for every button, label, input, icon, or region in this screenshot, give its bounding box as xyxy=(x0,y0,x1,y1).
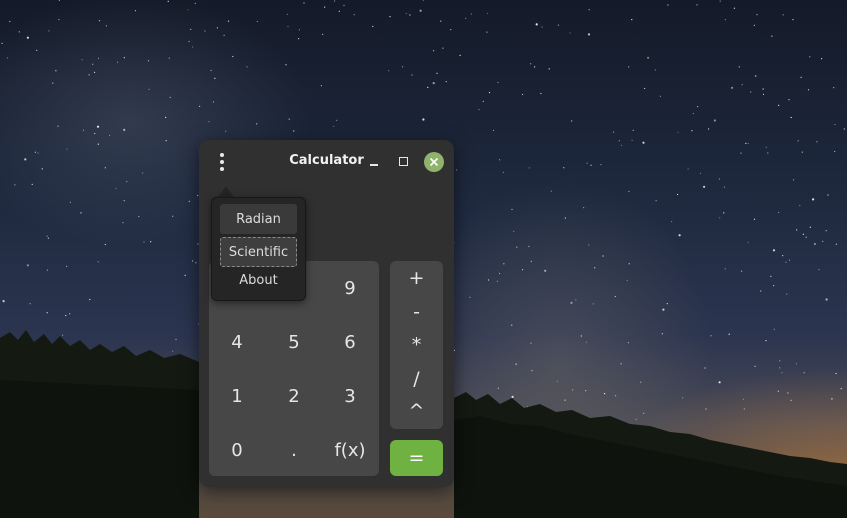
menu-item-about[interactable]: About xyxy=(220,265,297,295)
menu-item-scientific[interactable]: Scientific xyxy=(220,237,297,267)
maximize-icon xyxy=(399,157,408,166)
maximize-button[interactable] xyxy=(394,152,414,172)
minimize-icon xyxy=(370,164,378,166)
key-6[interactable]: 6 xyxy=(322,315,378,369)
titlebar: Calculator xyxy=(199,140,454,184)
key-9[interactable]: 9 xyxy=(322,261,378,315)
key-2[interactable]: 2 xyxy=(266,369,322,423)
minimize-button[interactable] xyxy=(364,152,384,172)
equals-button[interactable]: = xyxy=(390,440,443,476)
calculator-window: Calculator 9 4 5 6 1 2 3 0 . f(x) + - * … xyxy=(199,140,454,487)
window-title: Calculator xyxy=(289,153,364,168)
popover-arrow xyxy=(218,186,234,197)
operator-keypad: + - * / ^ xyxy=(390,261,443,429)
key-4[interactable]: 4 xyxy=(209,315,265,369)
key-divide[interactable]: / xyxy=(390,363,443,395)
key-3[interactable]: 3 xyxy=(322,369,378,423)
key-function[interactable]: f(x) xyxy=(322,423,378,477)
key-power[interactable]: ^ xyxy=(390,395,443,427)
key-minus[interactable]: - xyxy=(390,296,443,328)
menu-item-radian[interactable]: Radian xyxy=(220,204,297,234)
menu-popover: Radian Scientific About xyxy=(211,197,306,301)
close-icon xyxy=(429,157,439,167)
key-1[interactable]: 1 xyxy=(209,369,265,423)
key-multiply[interactable]: * xyxy=(390,329,443,361)
key-0[interactable]: 0 xyxy=(209,423,265,477)
key-plus[interactable]: + xyxy=(390,262,443,294)
key-decimal[interactable]: . xyxy=(266,423,322,477)
key-5[interactable]: 5 xyxy=(266,315,322,369)
close-button[interactable] xyxy=(424,152,444,172)
